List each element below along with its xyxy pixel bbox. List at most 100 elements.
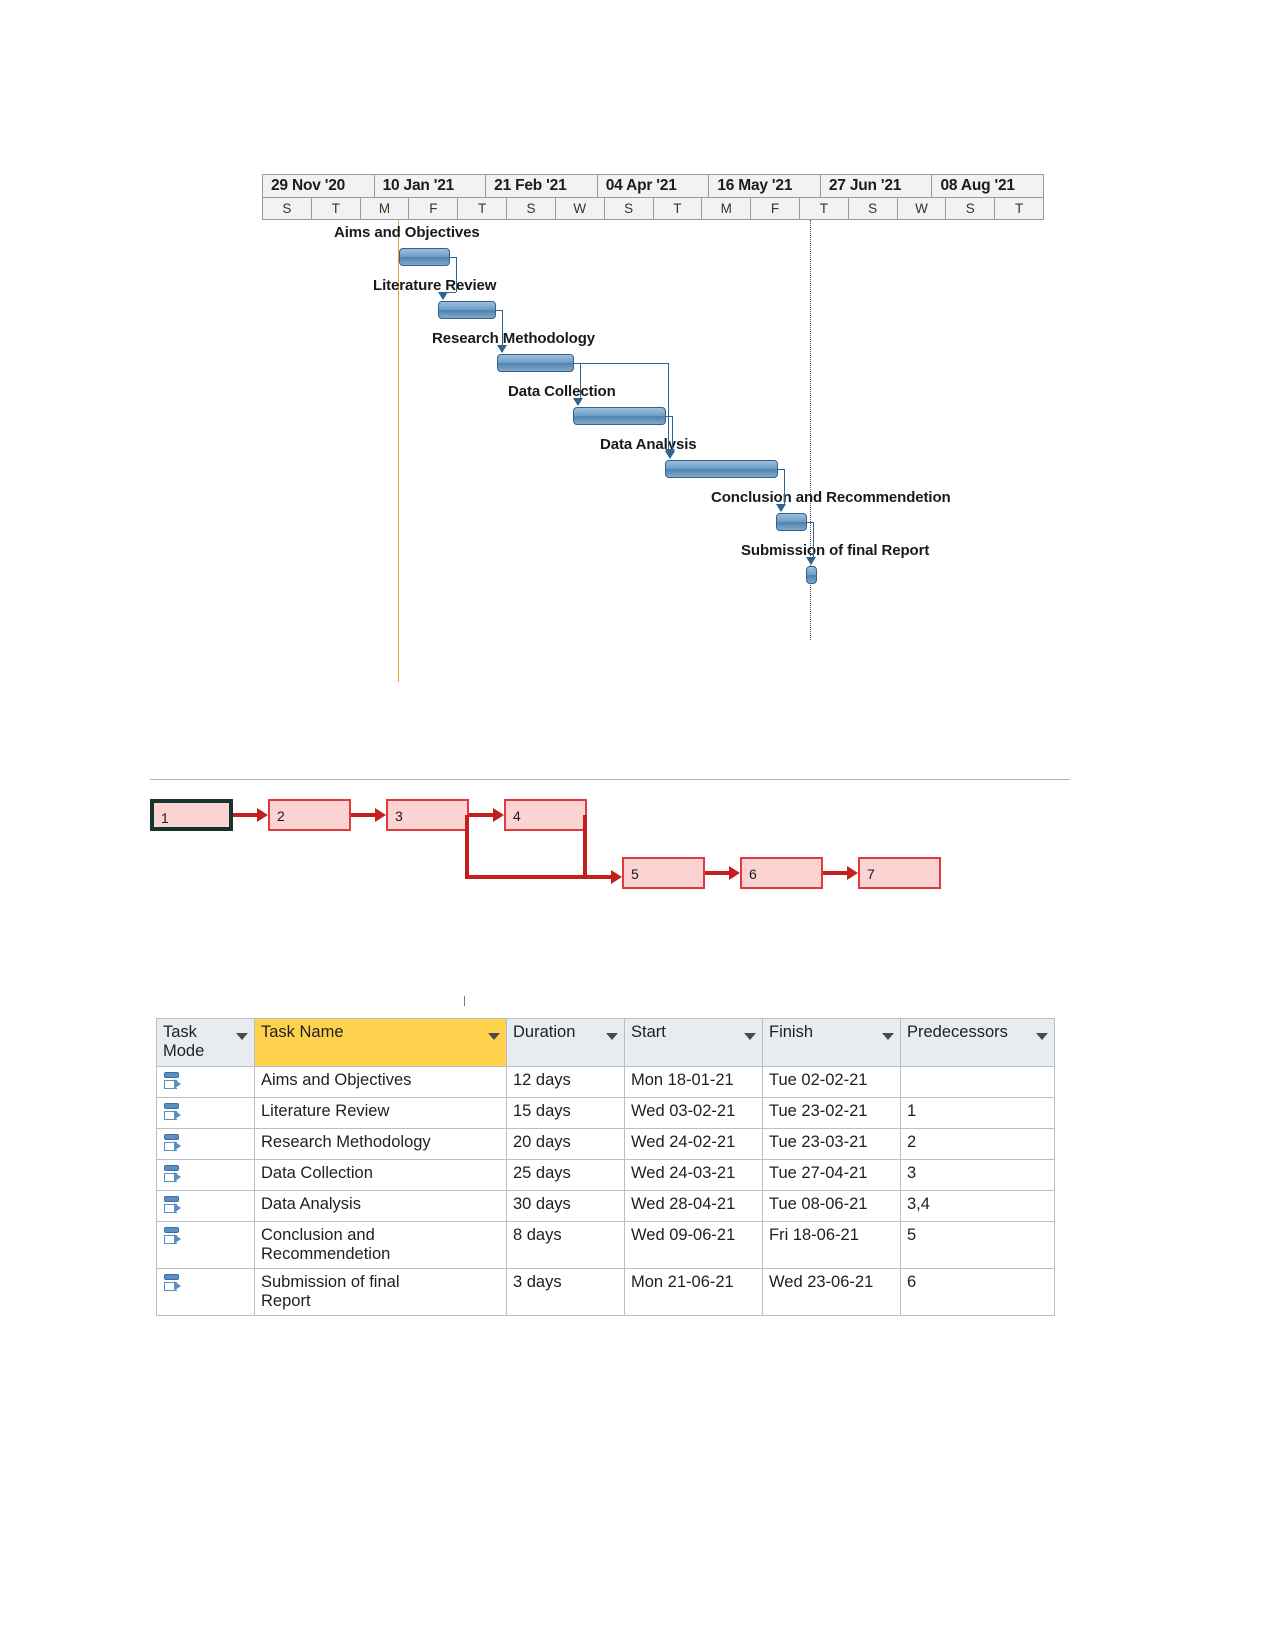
network-link (583, 815, 587, 879)
timescale-minor-cell: M (360, 198, 410, 219)
timescale-major-cell: 16 May '21 (709, 175, 821, 197)
cell-finish[interactable]: Tue 27-04-21 (762, 1159, 901, 1191)
cell-task-name[interactable]: Research Methodology (254, 1128, 507, 1160)
cell-start[interactable]: Wed 24-02-21 (624, 1128, 763, 1160)
cell-finish[interactable]: Fri 18-06-21 (762, 1221, 901, 1269)
gantt-chart: 29 Nov '20 10 Jan '21 21 Feb '21 04 Apr '21… (262, 174, 1044, 704)
cell-finish[interactable]: Wed 23-06-21 (762, 1268, 901, 1316)
cell-duration[interactable]: 12 days (506, 1066, 625, 1098)
cell-finish[interactable]: Tue 23-02-21 (762, 1097, 901, 1129)
cell-task-mode[interactable] (156, 1128, 255, 1160)
cell-task-name[interactable]: Literature Review (254, 1097, 507, 1129)
cell-duration[interactable]: 8 days (506, 1221, 625, 1269)
timescale-minor-cell: S (507, 198, 556, 219)
gantt-bar[interactable] (776, 513, 807, 531)
manually-scheduled-icon[interactable] (163, 1102, 181, 1122)
cell-predecessors[interactable]: 2 (900, 1128, 1055, 1160)
cell-finish[interactable]: Tue 02-02-21 (762, 1066, 901, 1098)
gantt-link-segment (456, 257, 457, 292)
gantt-bar[interactable] (399, 248, 450, 266)
chevron-down-icon[interactable] (1036, 1033, 1048, 1040)
cell-task-mode[interactable] (156, 1190, 255, 1222)
cell-task-mode[interactable] (156, 1066, 255, 1098)
cell-predecessors[interactable]: 5 (900, 1221, 1055, 1269)
gantt-bar[interactable] (497, 354, 574, 372)
gantt-link-segment (784, 469, 785, 504)
cell-duration[interactable]: 3 days (506, 1268, 625, 1316)
manually-scheduled-icon[interactable] (163, 1195, 181, 1215)
table-row[interactable]: Conclusion and Recommendetion 8 days Wed 0… (156, 1221, 1055, 1269)
cell-duration[interactable]: 25 days (506, 1159, 625, 1191)
network-diagram[interactable]: 1 2 3 4 5 6 7 (150, 785, 950, 900)
column-header-label: Duration (513, 1023, 576, 1041)
table-row[interactable]: Aims and Objectives 12 days Mon 18-01-21 Tu… (156, 1066, 1055, 1098)
column-header-pred[interactable]: Predecessors (900, 1018, 1055, 1067)
cell-predecessors[interactable]: 1 (900, 1097, 1055, 1129)
network-node[interactable]: 4 (504, 799, 587, 831)
cell-start[interactable]: Wed 09-06-21 (624, 1221, 763, 1269)
gantt-link-segment (813, 522, 814, 557)
chevron-down-icon[interactable] (744, 1033, 756, 1040)
column-header-name[interactable]: Task Name (254, 1018, 507, 1067)
cell-task-mode[interactable] (156, 1221, 255, 1269)
table-row[interactable]: Data Collection 25 days Wed 24-03-21 Tue 27… (156, 1159, 1055, 1191)
column-header-dur[interactable]: Duration (506, 1018, 625, 1067)
network-node[interactable]: 1 (150, 799, 233, 831)
gantt-bar[interactable] (573, 407, 666, 425)
cell-duration[interactable]: 15 days (506, 1097, 625, 1129)
column-header-mode[interactable]: Task Mode (156, 1018, 255, 1067)
manually-scheduled-icon[interactable] (163, 1164, 181, 1184)
cell-predecessors[interactable]: 3,4 (900, 1190, 1055, 1222)
timescale-major-cell: 10 Jan '21 (374, 175, 487, 197)
network-node[interactable]: 2 (268, 799, 351, 831)
network-node[interactable]: 5 (622, 857, 705, 889)
table-row[interactable]: Submission of final Report 3 days Mon 21-0… (156, 1268, 1055, 1316)
manually-scheduled-icon[interactable] (163, 1273, 181, 1293)
cell-task-mode[interactable] (156, 1159, 255, 1191)
cell-predecessors[interactable] (900, 1066, 1055, 1098)
manually-scheduled-icon[interactable] (163, 1071, 181, 1091)
chevron-down-icon[interactable] (488, 1033, 500, 1040)
cell-start[interactable]: Wed 24-03-21 (624, 1159, 763, 1191)
manually-scheduled-icon[interactable] (163, 1226, 181, 1246)
column-header-start[interactable]: Start (624, 1018, 763, 1067)
gantt-timescale-major: 29 Nov '20 10 Jan '21 21 Feb '21 04 Apr '21… (262, 174, 1044, 198)
cell-task-name[interactable]: Conclusion and Recommendetion (254, 1221, 507, 1269)
cell-start[interactable]: Mon 21-06-21 (624, 1268, 763, 1316)
column-header-finish[interactable]: Finish (762, 1018, 901, 1067)
gantt-bar[interactable] (806, 566, 817, 584)
gantt-bar[interactable] (438, 301, 496, 319)
gantt-bar-label: Submission of final Report (741, 542, 930, 559)
cell-duration[interactable]: 20 days (506, 1128, 625, 1160)
cell-task-name[interactable]: Aims and Objectives (254, 1066, 507, 1098)
table-row[interactable]: Data Analysis 30 days Wed 28-04-21 Tue 08-0… (156, 1190, 1055, 1222)
manually-scheduled-icon[interactable] (163, 1133, 181, 1153)
cell-task-mode[interactable] (156, 1268, 255, 1316)
cell-duration[interactable]: 30 days (506, 1190, 625, 1222)
cell-finish[interactable]: Tue 08-06-21 (762, 1190, 901, 1222)
table-row[interactable]: Research Methodology 20 days Wed 24-02-21 T… (156, 1128, 1055, 1160)
cell-predecessors[interactable]: 6 (900, 1268, 1055, 1316)
table-row[interactable]: Literature Review 15 days Wed 03-02-21 Tue … (156, 1097, 1055, 1129)
gantt-bar-label: Literature Review (373, 277, 497, 294)
cell-start[interactable]: Wed 03-02-21 (624, 1097, 763, 1129)
chevron-down-icon[interactable] (882, 1033, 894, 1040)
cell-predecessors[interactable]: 3 (900, 1159, 1055, 1191)
cell-task-name[interactable]: Data Collection (254, 1159, 507, 1191)
gantt-bar[interactable] (665, 460, 778, 478)
cell-finish[interactable]: Tue 23-03-21 (762, 1128, 901, 1160)
network-node[interactable]: 3 (386, 799, 469, 831)
cell-start[interactable]: Wed 28-04-21 (624, 1190, 763, 1222)
ruler-tick (464, 996, 465, 1006)
network-link-arrow (257, 808, 268, 822)
gantt-bars-canvas[interactable]: Aims and Objectives Literature Review Rese… (262, 220, 1044, 704)
timescale-minor-cell: S (263, 198, 312, 219)
chevron-down-icon[interactable] (606, 1033, 618, 1040)
chevron-down-icon[interactable] (236, 1033, 248, 1040)
network-node[interactable]: 7 (858, 857, 941, 889)
cell-start[interactable]: Mon 18-01-21 (624, 1066, 763, 1098)
cell-task-mode[interactable] (156, 1097, 255, 1129)
cell-task-name[interactable]: Submission of final Report (254, 1268, 507, 1316)
cell-task-name[interactable]: Data Analysis (254, 1190, 507, 1222)
network-node[interactable]: 6 (740, 857, 823, 889)
